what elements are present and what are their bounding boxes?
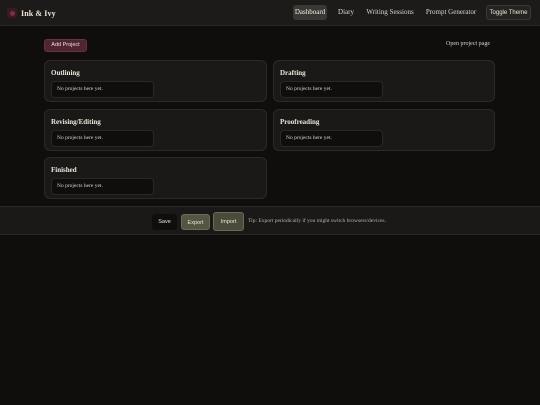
top-navigation-bar: Ink & Ivy Dashboard Diary Writing Sessio… [0, 0, 540, 26]
column-proofreading: Proofreading No projects here yet. [273, 109, 495, 151]
nav-writing-sessions[interactable]: Writing Sessions [364, 5, 416, 20]
nav-diary[interactable]: Diary [335, 5, 357, 20]
column-revising-editing: Revising/Editing No projects here yet. [44, 109, 267, 151]
column-drafting: Drafting No projects here yet. [273, 60, 495, 102]
column-title: Finished [51, 166, 77, 174]
brand-name: Ink & Ivy [21, 8, 56, 18]
nav-dashboard[interactable]: Dashboard [293, 5, 327, 20]
empty-placeholder: No projects here yet. [51, 130, 154, 147]
column-outlining: Outlining No projects here yet. [44, 60, 267, 102]
empty-placeholder: No projects here yet. [51, 178, 154, 195]
open-project-page-link[interactable]: Open project page [446, 41, 490, 47]
column-title: Outlining [51, 69, 80, 77]
brand[interactable]: Ink & Ivy [7, 7, 56, 19]
import-button[interactable]: Import [213, 212, 244, 231]
footer-bar: Save Export Import Tip: Export periodica… [0, 206, 540, 235]
column-title: Drafting [280, 69, 306, 77]
empty-placeholder: No projects here yet. [51, 81, 154, 98]
export-tip: Tip: Export periodically if you might sw… [248, 218, 386, 224]
quill-icon [7, 8, 17, 18]
empty-placeholder: No projects here yet. [280, 81, 383, 98]
column-finished: Finished No projects here yet. [44, 157, 267, 199]
empty-placeholder: No projects here yet. [280, 130, 383, 147]
add-project-button[interactable]: Add Project [44, 39, 87, 52]
save-button[interactable]: Save [152, 214, 177, 230]
column-title: Proofreading [280, 118, 320, 126]
column-title: Revising/Editing [51, 118, 101, 126]
toggle-theme-button[interactable]: Toggle Theme [486, 5, 531, 20]
nav-prompt-generator[interactable]: Prompt Generator [423, 5, 479, 20]
export-button[interactable]: Export [181, 214, 210, 230]
